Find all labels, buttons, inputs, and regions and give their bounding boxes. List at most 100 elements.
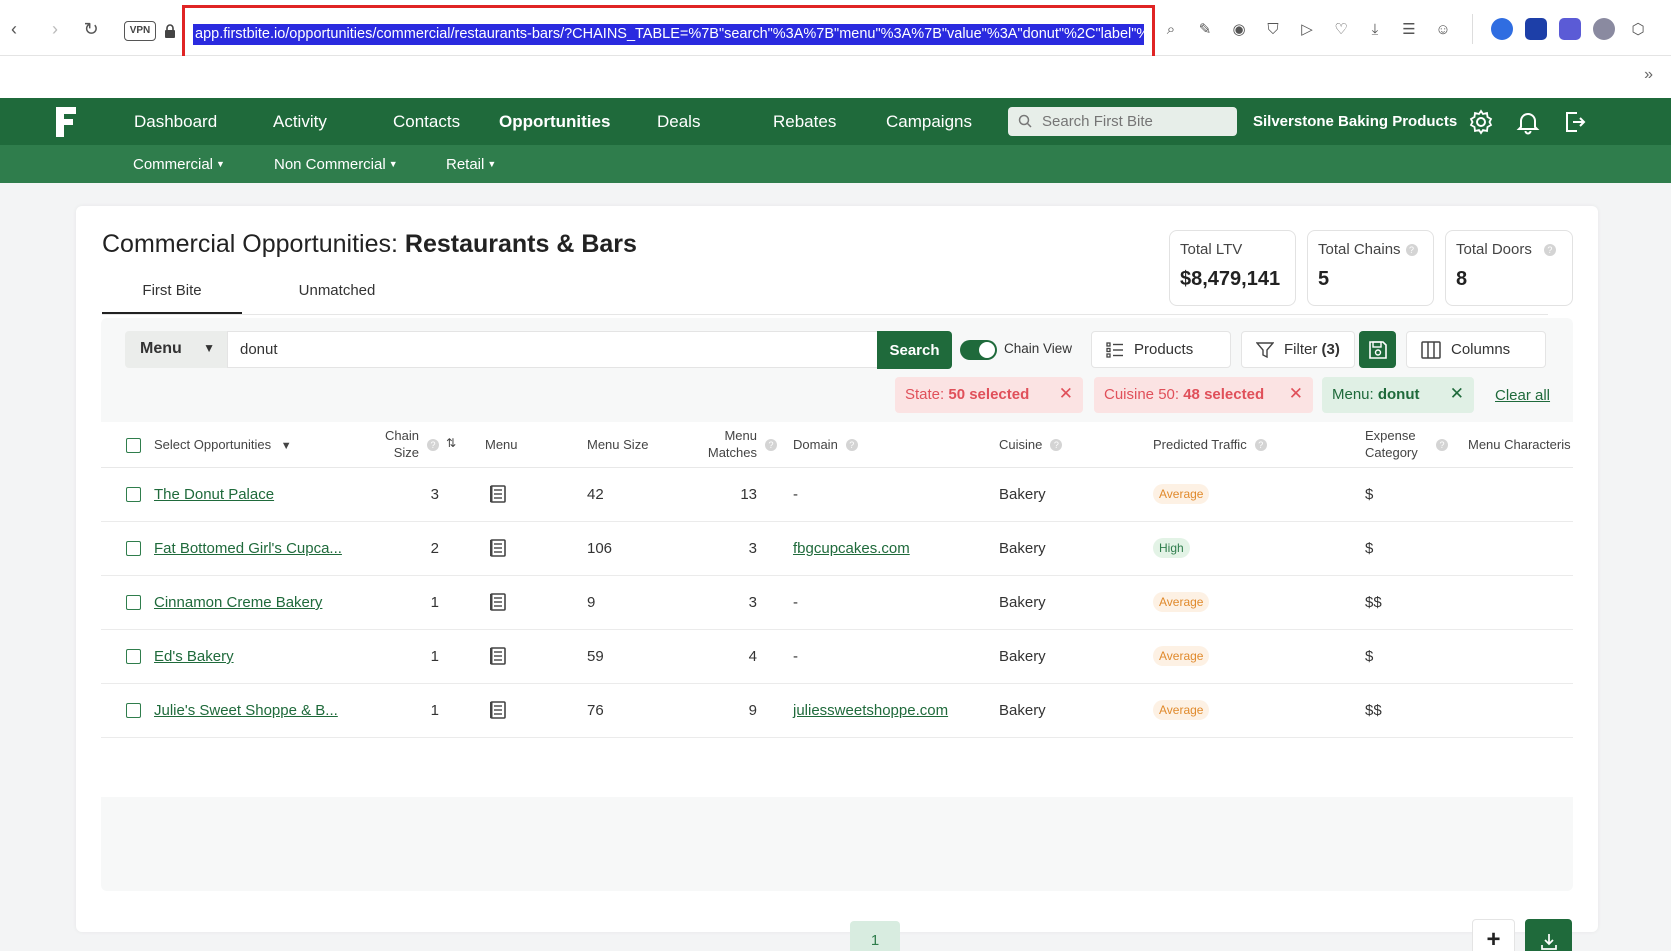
caret-down-icon: ▼	[216, 159, 225, 169]
header-expense-category[interactable]: Expense Category	[1365, 427, 1418, 471]
columns-button[interactable]: Columns	[1406, 331, 1546, 368]
bell-icon[interactable]	[1515, 109, 1541, 135]
row-checkbox[interactable]	[126, 649, 141, 664]
row-checkbox[interactable]	[126, 703, 141, 718]
opportunity-name-link[interactable]: Cinnamon Creme Bakery	[154, 594, 322, 611]
camera-icon[interactable]: ◉	[1228, 18, 1250, 40]
header-menu-matches[interactable]: Menu Matches	[699, 427, 757, 471]
table-row[interactable]: The Donut Palace 3 42 13 - Bakery Average $	[101, 468, 1573, 522]
opportunity-name-link[interactable]: Julie's Sweet Shoppe & B...	[154, 702, 338, 719]
page-title-prefix: Commercial Opportunities:	[102, 230, 405, 258]
play-icon[interactable]: ▷	[1296, 18, 1318, 40]
extension-globe-icon[interactable]	[1593, 18, 1615, 40]
row-checkbox[interactable]	[126, 487, 141, 502]
info-icon[interactable]: ?	[1254, 439, 1267, 451]
filter-chip-cuisine[interactable]: Cuisine 50: 48 selected ✕	[1094, 377, 1313, 413]
shield-icon[interactable]: ⛉	[1262, 18, 1284, 40]
chip-prefix: Menu:	[1332, 386, 1378, 403]
nav-campaigns[interactable]: Campaigns	[886, 112, 972, 132]
info-icon[interactable]: ?	[1050, 439, 1063, 451]
address-bar-highlight: app.firstbite.io/opportunities/commercia…	[182, 5, 1155, 61]
logout-icon[interactable]	[1562, 109, 1588, 135]
extension-gear-icon[interactable]	[1559, 18, 1581, 40]
find-icon[interactable]: ⌕	[1160, 18, 1182, 40]
info-icon[interactable]: ?	[845, 439, 858, 451]
search-field-select[interactable]: Menu ▼	[125, 331, 227, 368]
info-icon[interactable]: ?	[765, 439, 777, 451]
info-icon[interactable]: ?	[1436, 439, 1448, 451]
domain-value[interactable]: fbgcupcakes.com	[793, 540, 910, 557]
save-icon	[1368, 340, 1387, 359]
global-search[interactable]	[1008, 107, 1237, 136]
menu-document-icon[interactable]	[490, 593, 506, 611]
opportunity-name-link[interactable]: The Donut Palace	[154, 486, 274, 503]
nav-rebates[interactable]: Rebates	[773, 112, 836, 132]
chain-view-toggle[interactable]	[960, 340, 997, 360]
table-row[interactable]: Cinnamon Creme Bakery 1 9 3 - Bakery Average $$	[101, 576, 1573, 630]
table-row[interactable]: Ed's Bakery 1 59 4 - Bakery Average $	[101, 630, 1573, 684]
nav-dashboard[interactable]: Dashboard	[134, 112, 217, 132]
info-icon[interactable]: ?	[427, 439, 439, 451]
header-chain-size-line2: Size	[393, 445, 419, 460]
subnav-non-commercial[interactable]: Non Commercial ▼	[274, 156, 398, 173]
heart-icon[interactable]: ♡	[1330, 18, 1352, 40]
table-row[interactable]: Fat Bottomed Girl's Cupca... 2 106 3 fbgcupc…	[101, 522, 1573, 576]
download-icon[interactable]: ⤓	[1364, 18, 1386, 40]
reload-icon[interactable]: ↻	[80, 18, 102, 40]
filter-chip-state[interactable]: State: 50 selected ✕	[895, 377, 1083, 413]
search-button[interactable]: Search	[877, 331, 952, 369]
address-bar[interactable]: app.firstbite.io/opportunities/commercia…	[193, 24, 1144, 45]
extension-blue-icon[interactable]	[1491, 18, 1513, 40]
info-icon[interactable]: ?	[1405, 244, 1418, 256]
row-checkbox[interactable]	[126, 541, 141, 556]
menu-document-icon[interactable]	[490, 539, 506, 557]
extensions-puzzle-icon[interactable]: ⬡	[1627, 18, 1649, 40]
row-checkbox[interactable]	[126, 595, 141, 610]
vpn-badge[interactable]: VPN	[124, 21, 156, 41]
save-filter-button[interactable]	[1359, 331, 1396, 368]
clear-all-link[interactable]: Clear all	[1495, 387, 1550, 404]
subnav-retail[interactable]: Retail ▼	[446, 156, 496, 173]
menu-document-icon[interactable]	[490, 701, 506, 719]
filter-chip-menu[interactable]: Menu: donut ✕	[1322, 377, 1474, 413]
select-all-checkbox[interactable]	[126, 438, 141, 453]
nav-activity[interactable]: Activity	[273, 112, 327, 132]
gear-icon[interactable]	[1468, 109, 1494, 135]
menu-document-icon[interactable]	[490, 647, 506, 665]
menu-lines-icon[interactable]: ☰	[1398, 18, 1420, 40]
lock-icon[interactable]	[164, 24, 176, 38]
nav-opportunities[interactable]: Opportunities	[499, 112, 610, 132]
download-button[interactable]	[1525, 919, 1572, 951]
table-row[interactable]: Julie's Sweet Shoppe & B... 1 76 9 juliesswe…	[101, 684, 1573, 738]
forward-icon[interactable]: ›	[44, 18, 66, 40]
domain-value: -	[793, 486, 798, 503]
menu-search-input[interactable]	[227, 331, 877, 368]
edit-icon[interactable]: ✎	[1194, 18, 1216, 40]
tab-unmatched[interactable]: Unmatched	[267, 281, 407, 314]
profile-icon[interactable]: ☺	[1432, 18, 1454, 40]
global-search-input[interactable]	[1042, 111, 1232, 132]
header-chain-size[interactable]: Chain Size	[363, 427, 419, 471]
company-name[interactable]: Silverstone Baking Products	[1253, 113, 1457, 130]
close-icon[interactable]: ✕	[1450, 384, 1464, 404]
nav-contacts[interactable]: Contacts	[393, 112, 460, 132]
add-button[interactable]: +	[1472, 919, 1515, 951]
products-button[interactable]: Products	[1091, 331, 1231, 368]
opportunity-name-link[interactable]: Ed's Bakery	[154, 648, 234, 665]
extension-flag-icon[interactable]	[1525, 18, 1547, 40]
menu-document-icon[interactable]	[490, 485, 506, 503]
subnav-commercial[interactable]: Commercial ▼	[133, 156, 225, 173]
opportunity-name-link[interactable]: Fat Bottomed Girl's Cupca...	[154, 540, 342, 557]
domain-value[interactable]: juliessweetshoppe.com	[793, 702, 948, 719]
filter-button[interactable]: Filter (3)	[1241, 331, 1355, 368]
info-icon[interactable]: ?	[1543, 244, 1556, 256]
firstbite-logo-icon[interactable]	[54, 105, 78, 139]
close-icon[interactable]: ✕	[1289, 384, 1303, 404]
nav-deals[interactable]: Deals	[657, 112, 700, 132]
tab-first-bite[interactable]: First Bite	[102, 281, 242, 314]
cuisine-value: Bakery	[999, 648, 1046, 665]
close-icon[interactable]: ✕	[1059, 384, 1073, 404]
page-1-button[interactable]: 1	[850, 921, 900, 951]
back-icon[interactable]: ‹	[3, 18, 25, 40]
more-bookmarks-icon[interactable]: »	[1644, 66, 1653, 84]
